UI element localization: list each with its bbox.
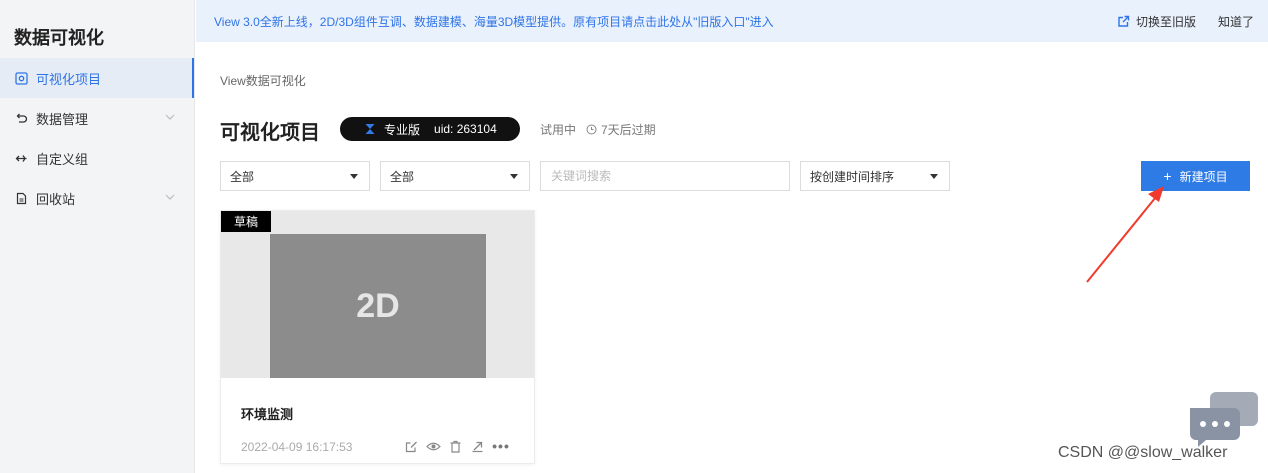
expire-info: 7天后过期 [586,121,656,138]
sort-select[interactable]: 按创建时间排序 [800,161,950,191]
project-thumbnail-area[interactable]: 2D 草稿 [221,211,534,378]
expire-text: 7天后过期 [601,123,656,137]
breadcrumb[interactable]: View数据可视化 [220,72,306,89]
sidebar-item-data-management[interactable]: 数据管理 [0,98,194,138]
page-title: 可视化项目 [220,122,320,144]
search-input[interactable] [540,161,790,191]
share-icon[interactable] [469,439,485,453]
document-icon [14,191,28,205]
trial-status: 试用中 [540,123,577,137]
move-icon [14,151,28,165]
caret-down-icon [510,174,518,179]
sidebar-item-label: 回收站 [36,191,76,207]
chevron-down-icon[interactable] [164,191,176,203]
annotation-arrow [1086,186,1164,283]
filter-select-2[interactable]: 全部 [380,161,530,191]
app-title: 数据可视化 [14,28,104,48]
switch-old-version-label: 切换至旧版 [1135,14,1196,29]
new-project-label: 新建项目 [1179,169,1228,184]
filter-select-2-value: 全部 [390,169,415,184]
uid-label: uid: 263104 [434,122,497,136]
visualization-icon [14,71,28,85]
project-thumbnail[interactable]: 2D [270,234,486,378]
draft-tag: 草稿 [221,211,271,232]
watermark: CSDN @@slow_walker [1058,444,1228,461]
notice-text[interactable]: View 3.0全新上线，2D/3D组件互调、数据建模、海量3D模型提供。原有项… [214,13,774,30]
project-date: 2022-04-09 16:17:53 [241,440,353,454]
sidebar-item-custom-group[interactable]: 自定义组 [0,138,194,178]
switch-old-version-button[interactable]: 切换至旧版 [1117,0,1196,42]
preview-eye-icon[interactable] [425,439,441,453]
sidebar-item-label: 数据管理 [36,111,89,127]
edition-label: 专业版 [384,122,421,137]
caret-down-icon [350,174,358,179]
sidebar-item-projects[interactable]: 可视化项目 [0,58,194,98]
filter-select-1[interactable]: 全部 [220,161,370,191]
filter-select-1-value: 全部 [230,169,255,184]
external-link-icon [1118,15,1130,27]
trash-icon[interactable] [447,439,463,453]
sidebar-item-label: 可视化项目 [36,71,102,87]
edition-badge: 专业版 uid: 263104 [340,117,520,141]
chevron-down-icon[interactable] [164,111,176,123]
thumbnail-label: 2D [356,286,400,325]
sidebar-item-label: 自定义组 [36,151,89,167]
project-name: 环境监测 [241,407,294,422]
project-card[interactable]: 2D 草稿 环境监测 2022-04-09 16:17:53 ••• [220,210,535,464]
notice-bar: View 3.0全新上线，2D/3D组件互调、数据建模、海量3D模型提供。原有项… [196,0,1268,42]
sort-select-value: 按创建时间排序 [810,169,895,184]
card-actions: ••• [403,438,517,454]
undo-icon [14,111,28,125]
caret-down-icon [930,174,938,179]
clock-icon [586,124,597,135]
sidebar-item-recycle-bin[interactable]: 回收站 [0,178,194,218]
edit-icon[interactable] [403,439,419,453]
dismiss-notice-button[interactable]: 知道了 [1218,0,1254,42]
hourglass-icon [365,124,375,134]
more-options-icon[interactable]: ••• [491,438,511,454]
sidebar: 数据可视化 可视化项目 数据管理 自定义组 回收站 [0,0,195,473]
chat-support-icon[interactable] [1188,390,1260,448]
